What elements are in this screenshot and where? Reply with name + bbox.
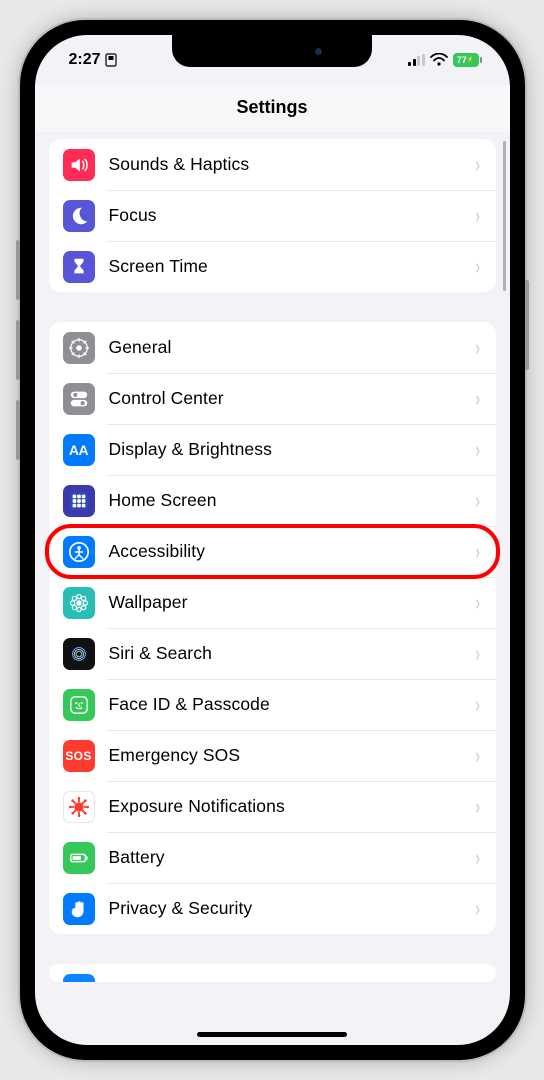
gear-icon — [63, 332, 95, 364]
chevron-right-icon: › — [476, 335, 480, 361]
row-faceid[interactable]: Face ID & Passcode› — [49, 679, 496, 730]
row-label: Accessibility — [109, 541, 475, 562]
chevron-right-icon: › — [476, 590, 480, 616]
aa-icon: AA — [63, 434, 95, 466]
row-label: Sounds & Haptics — [109, 154, 475, 175]
face-icon — [63, 689, 95, 721]
settings-group: Sounds & Haptics›Focus›Screen Time› — [49, 139, 496, 292]
status-glyph-icon — [105, 53, 117, 67]
row-label: Battery — [109, 847, 475, 868]
speaker-icon — [63, 149, 95, 181]
chevron-right-icon: › — [476, 203, 480, 229]
hand-icon — [63, 893, 95, 925]
chevron-right-icon: › — [476, 977, 480, 983]
virus-icon — [63, 791, 95, 823]
scrollbar-indicator — [503, 141, 506, 291]
row-next-partial[interactable]: › — [49, 964, 496, 982]
row-label: Focus — [109, 205, 475, 226]
row-exposure[interactable]: Exposure Notifications› — [49, 781, 496, 832]
phone-screen: 2:27 77⚡ Settings Sounds & Haptics›Focus… — [35, 35, 510, 1045]
row-label: Display & Brightness — [109, 439, 475, 460]
row-label: Exposure Notifications — [109, 796, 475, 817]
grid-icon — [63, 485, 95, 517]
row-label: Face ID & Passcode — [109, 694, 475, 715]
toggles-icon — [63, 383, 95, 415]
wifi-icon — [430, 53, 448, 67]
moon-icon — [63, 200, 95, 232]
chevron-right-icon: › — [476, 488, 480, 514]
row-battery[interactable]: Battery› — [49, 832, 496, 883]
person-icon — [63, 536, 95, 568]
chevron-right-icon: › — [476, 437, 480, 463]
siri-icon — [63, 638, 95, 670]
row-focus[interactable]: Focus› — [49, 190, 496, 241]
settings-group: › — [49, 964, 496, 982]
row-label: Emergency SOS — [109, 745, 475, 766]
row-label: Wallpaper — [109, 592, 475, 613]
row-siri[interactable]: Siri & Search› — [49, 628, 496, 679]
row-accessibility[interactable]: Accessibility› — [49, 526, 496, 577]
chevron-right-icon: › — [476, 641, 480, 667]
row-sos[interactable]: SOS Emergency SOS› — [49, 730, 496, 781]
row-screen-time[interactable]: Screen Time› — [49, 241, 496, 292]
chevron-right-icon: › — [476, 845, 480, 871]
notch — [172, 35, 372, 67]
chevron-right-icon: › — [476, 152, 480, 178]
row-label: Privacy & Security — [109, 898, 475, 919]
status-time: 2:27 — [69, 51, 101, 69]
chevron-right-icon: › — [476, 692, 480, 718]
settings-group: General›Control Center›AADisplay & Brigh… — [49, 322, 496, 934]
row-privacy[interactable]: Privacy & Security› — [49, 883, 496, 934]
row-sounds-haptics[interactable]: Sounds & Haptics› — [49, 139, 496, 190]
sos-icon: SOS — [63, 740, 95, 772]
chevron-right-icon: › — [476, 254, 480, 280]
row-home-screen[interactable]: Home Screen› — [49, 475, 496, 526]
chevron-right-icon: › — [476, 794, 480, 820]
row-wallpaper[interactable]: Wallpaper› — [49, 577, 496, 628]
chevron-right-icon: › — [476, 539, 480, 565]
hourglass-icon — [63, 251, 95, 283]
home-indicator[interactable] — [197, 1032, 347, 1037]
cell-signal-icon — [408, 54, 425, 66]
phone-frame: 2:27 77⚡ Settings Sounds & Haptics›Focus… — [20, 20, 525, 1060]
chevron-right-icon: › — [476, 896, 480, 922]
flower-icon — [63, 587, 95, 619]
chevron-right-icon: › — [476, 743, 480, 769]
settings-scroll[interactable]: Sounds & Haptics›Focus›Screen Time›Gener… — [35, 133, 510, 1045]
row-label: Siri & Search — [109, 643, 475, 664]
batt-icon — [63, 842, 95, 874]
row-general[interactable]: General› — [49, 322, 496, 373]
chevron-right-icon: › — [476, 386, 480, 412]
row-control-center[interactable]: Control Center› — [49, 373, 496, 424]
row-label: General — [109, 337, 475, 358]
blank-icon — [63, 974, 95, 983]
battery-icon: 77⚡ — [453, 53, 482, 67]
row-label: Screen Time — [109, 256, 475, 277]
row-label: Home Screen — [109, 490, 475, 511]
row-label: Control Center — [109, 388, 475, 409]
page-title: Settings — [35, 85, 510, 133]
row-display[interactable]: AA Display & Brightness› — [49, 424, 496, 475]
